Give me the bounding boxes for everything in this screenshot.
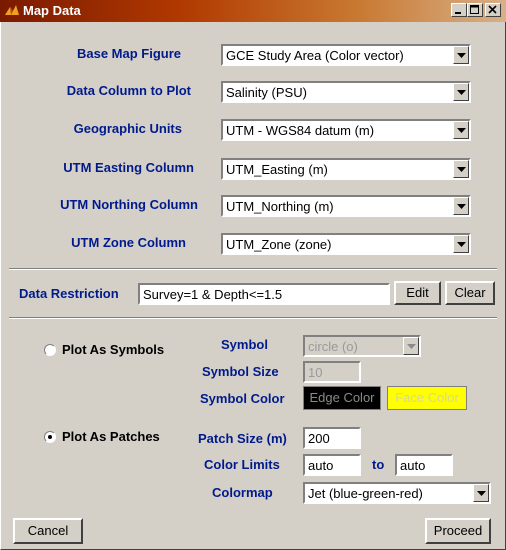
colormap-value: Jet (blue-green-red): [308, 486, 423, 501]
edit-button[interactable]: Edit: [394, 281, 441, 305]
data-column-value: Salinity (PSU): [226, 85, 307, 100]
limit-min-value: auto: [308, 458, 334, 473]
symbol-size-value: 10: [308, 365, 323, 380]
minimize-icon: [455, 12, 461, 14]
plot-symbols-label: Plot As Symbols: [62, 342, 165, 357]
matlab-icon: [5, 5, 19, 15]
close-button[interactable]: [485, 3, 501, 17]
colormap-dropdown[interactable]: Jet (blue-green-red): [303, 482, 491, 504]
easting-value: UTM_Easting (m): [226, 162, 328, 177]
data-column-label: Data Column to Plot: [66, 83, 191, 98]
restriction-value: Survey=1 & Depth<=1.5: [143, 287, 283, 302]
plot-patches-label: Plot As Patches: [62, 429, 160, 444]
dropdown-arrow[interactable]: [453, 46, 469, 64]
divider: [9, 268, 497, 270]
cancel-button[interactable]: Cancel: [13, 518, 83, 544]
dropdown-arrow[interactable]: [453, 121, 469, 139]
zone-dropdown[interactable]: UTM_Zone (zone): [221, 233, 471, 255]
restriction-label: Data Restriction: [19, 286, 119, 301]
geo-units-label: Geographic Units: [73, 121, 182, 136]
geo-units-dropdown[interactable]: UTM - WGS84 datum (m): [221, 119, 471, 141]
dropdown-arrow[interactable]: [453, 235, 469, 253]
geo-units-value: UTM - WGS84 datum (m): [226, 123, 375, 138]
base-map-label: Base Map Figure: [76, 46, 181, 61]
dropdown-arrow[interactable]: [403, 337, 419, 355]
symbol-color-label: Symbol Color: [200, 391, 285, 406]
symbol-size-input[interactable]: 10: [303, 361, 361, 383]
base-map-value: GCE Study Area (Color vector): [226, 48, 404, 63]
easting-label: UTM Easting Column: [63, 160, 194, 175]
close-icon: [488, 5, 497, 14]
northing-dropdown[interactable]: UTM_Northing (m): [221, 195, 471, 217]
data-column-dropdown[interactable]: Salinity (PSU): [221, 81, 471, 103]
chevron-down-icon: [457, 204, 466, 209]
chevron-down-icon: [457, 53, 466, 58]
symbol-size-label: Symbol Size: [202, 364, 279, 379]
plot-symbols-radio[interactable]: [44, 344, 56, 356]
symbol-dropdown[interactable]: circle (o): [303, 335, 421, 357]
limit-max-input[interactable]: auto: [395, 454, 453, 476]
maximize-icon: [470, 5, 479, 14]
minimize-button[interactable]: [451, 3, 467, 17]
limit-min-input[interactable]: auto: [303, 454, 361, 476]
color-limits-label: Color Limits: [204, 457, 280, 472]
to-label: to: [372, 457, 385, 472]
northing-value: UTM_Northing (m): [226, 199, 334, 214]
patch-size-value: 200: [308, 431, 330, 446]
map-data-dialog: Base Map Figure GCE Study Area (Color ve…: [0, 22, 506, 550]
maximize-button[interactable]: [467, 3, 483, 17]
chevron-down-icon: [457, 167, 466, 172]
dropdown-arrow[interactable]: [453, 83, 469, 101]
patch-size-label: Patch Size (m): [198, 431, 287, 446]
face-color-button[interactable]: Face Color: [387, 386, 467, 410]
dropdown-arrow[interactable]: [453, 197, 469, 215]
northing-label: UTM Northing Column: [60, 197, 198, 212]
colormap-label: Colormap: [212, 485, 273, 500]
zone-label: UTM Zone Column: [71, 235, 186, 250]
plot-patches-radio[interactable]: [44, 431, 56, 443]
title-bar: Map Data: [0, 0, 506, 22]
zone-value: UTM_Zone (zone): [226, 237, 332, 252]
symbol-value: circle (o): [308, 339, 358, 354]
divider: [9, 317, 497, 319]
chevron-down-icon: [457, 128, 466, 133]
clear-button[interactable]: Clear: [445, 281, 495, 305]
window-title: Map Data: [23, 3, 81, 18]
edge-color-button[interactable]: Edge Color: [303, 386, 381, 410]
symbol-label: Symbol: [221, 337, 268, 352]
chevron-down-icon: [477, 491, 486, 496]
dropdown-arrow[interactable]: [453, 160, 469, 178]
proceed-button[interactable]: Proceed: [425, 518, 491, 544]
dropdown-arrow[interactable]: [473, 484, 489, 502]
patch-size-input[interactable]: 200: [303, 427, 361, 449]
chevron-down-icon: [407, 344, 416, 349]
base-map-dropdown[interactable]: GCE Study Area (Color vector): [221, 44, 471, 66]
restriction-input[interactable]: Survey=1 & Depth<=1.5: [138, 283, 390, 305]
chevron-down-icon: [457, 90, 466, 95]
easting-dropdown[interactable]: UTM_Easting (m): [221, 158, 471, 180]
chevron-down-icon: [457, 242, 466, 247]
limit-max-value: auto: [400, 458, 426, 473]
radio-selected-dot: [48, 435, 52, 439]
